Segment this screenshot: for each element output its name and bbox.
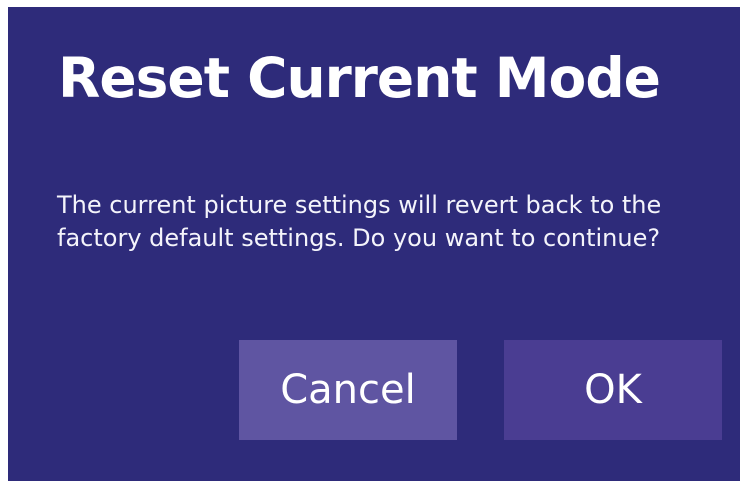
dialog-title: Reset Current Mode: [58, 46, 661, 110]
reset-mode-dialog: Reset Current Mode The current picture s…: [8, 7, 740, 481]
dialog-message: The current picture settings will revert…: [57, 191, 662, 252]
cancel-button[interactable]: Cancel: [239, 340, 457, 440]
ok-button[interactable]: OK: [504, 340, 722, 440]
